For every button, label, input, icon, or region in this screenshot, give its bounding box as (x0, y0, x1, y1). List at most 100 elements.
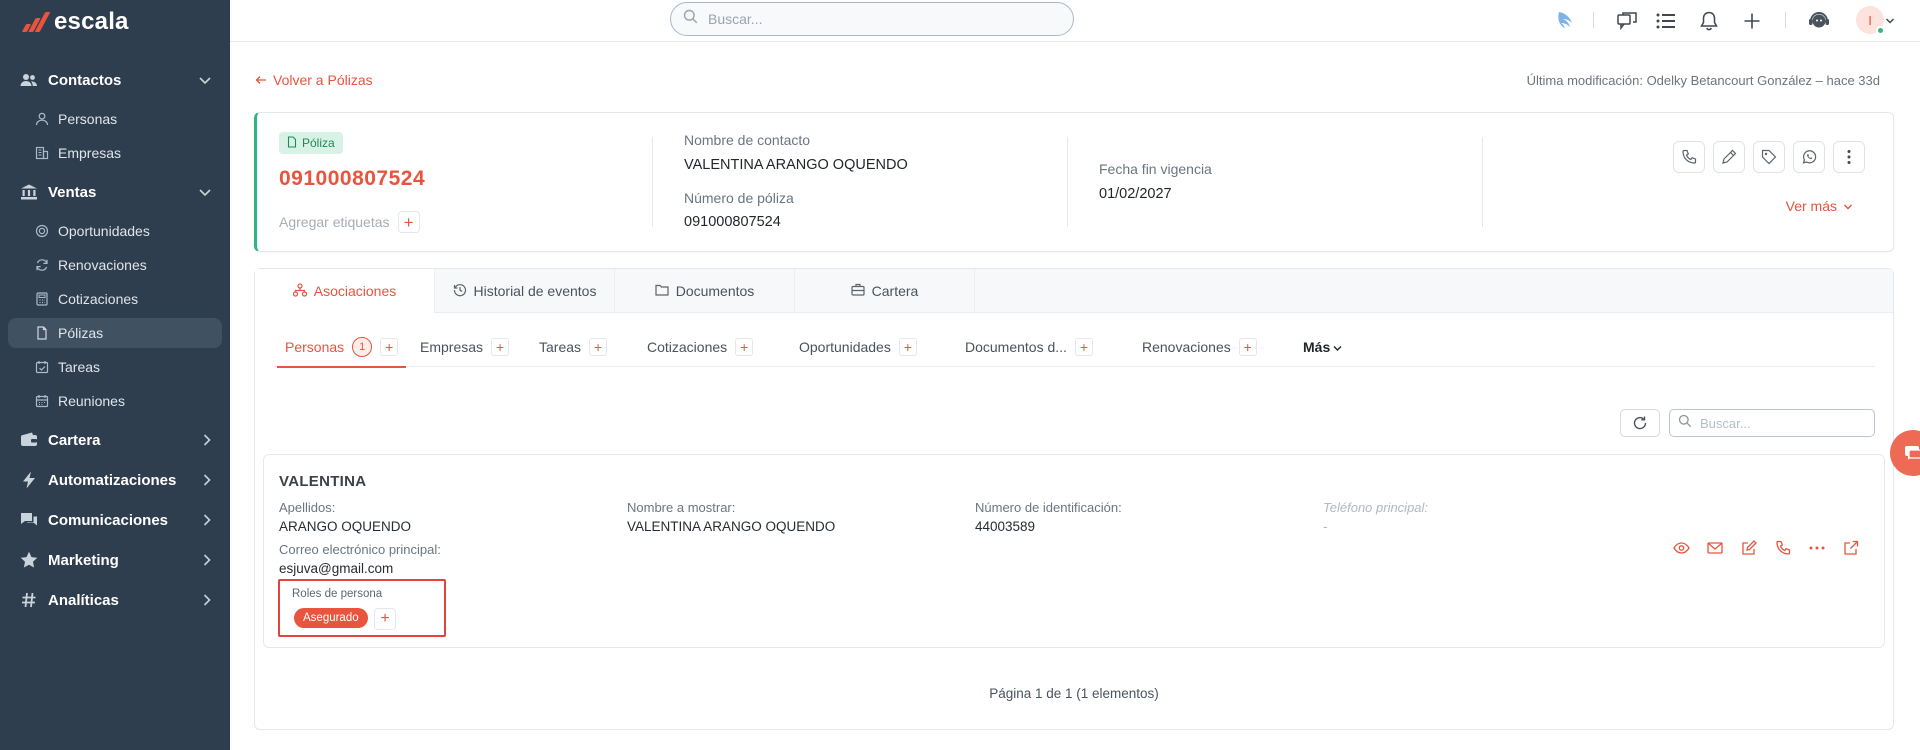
plus-icon[interactable] (1741, 10, 1763, 32)
conversations-icon[interactable] (1616, 10, 1638, 32)
sidebar-section-marketing[interactable]: Marketing (0, 542, 230, 578)
subtab-cotizaciones[interactable]: Cotizaciones + (647, 327, 754, 367)
user-avatar[interactable]: I (1856, 6, 1885, 35)
support-agent-icon[interactable] (1808, 10, 1830, 32)
tab-documentos[interactable]: Documentos (615, 269, 795, 313)
email-button[interactable] (1706, 539, 1724, 557)
add-persona-button[interactable]: + (380, 338, 399, 356)
refresh-icon (34, 257, 50, 273)
policy-type-label: Póliza (302, 136, 335, 150)
sidebar-section-automatizaciones[interactable]: Automatizaciones (0, 462, 230, 498)
edit-button[interactable] (1713, 141, 1745, 173)
sidebar-item-label: Cotizaciones (58, 291, 139, 307)
sidebar-item-oportunidades[interactable]: Oportunidades (8, 216, 222, 246)
chat-icon (20, 511, 38, 529)
mail-icon (1707, 542, 1723, 554)
phone-icon (1682, 149, 1697, 164)
tab-historial-de-eventos[interactable]: Historial de eventos (435, 269, 615, 313)
bolt-icon (20, 471, 38, 489)
add-renovacion-button[interactable]: + (1238, 338, 1257, 356)
add-documento-button[interactable]: + (1074, 338, 1093, 356)
sidebar-item-polizas[interactable]: Pólizas (8, 318, 222, 348)
more-options-button[interactable] (1833, 141, 1865, 173)
list-search-input[interactable] (1700, 415, 1870, 431)
person-row-actions (1672, 539, 1860, 557)
sidebar-item-tareas[interactable]: Tareas (8, 352, 222, 382)
brand-logo[interactable]: escala (21, 8, 129, 36)
sidebar-item-personas[interactable]: Personas (8, 104, 222, 134)
add-tag-button[interactable]: + (397, 211, 420, 233)
add-tarea-button[interactable]: + (589, 338, 608, 356)
add-role-button[interactable]: + (374, 608, 396, 630)
role-badge[interactable]: Asegurado (294, 608, 368, 628)
chevron-down-icon[interactable] (1884, 10, 1896, 32)
end-date-label: Fecha fin vigencia (1099, 161, 1212, 177)
global-search-input[interactable] (708, 11, 1038, 27)
chat-bubble-icon (1905, 446, 1920, 460)
subtab-label: Documentos d... (965, 339, 1067, 355)
association-sub-tabs: Personas 1 + Empresas + Tareas + Cotizac… (275, 327, 1875, 368)
subtab-mas[interactable]: Más (1303, 327, 1342, 367)
sidebar-item-renovaciones[interactable]: Renovaciones (8, 250, 222, 280)
sidebar-section-label: Marketing (48, 551, 119, 569)
ellipsis-icon (1809, 546, 1825, 550)
call-person-button[interactable] (1774, 539, 1792, 557)
view-button[interactable] (1672, 539, 1690, 557)
refresh-icon (1633, 416, 1647, 430)
subtab-label: Cotizaciones (647, 339, 728, 355)
ver-mas-link[interactable]: Ver más (1786, 198, 1853, 214)
apellidos-value: ARANGO OQUENDO (279, 519, 412, 534)
folder-icon (655, 283, 669, 299)
subtab-personas[interactable]: Personas 1 + (276, 327, 407, 368)
subtab-tareas[interactable]: Tareas + (539, 327, 608, 367)
search-icon (683, 9, 698, 29)
calendar-icon (34, 393, 50, 409)
list-icon[interactable] (1655, 10, 1677, 32)
subtab-label: Personas (285, 339, 345, 355)
sidebar-item-reuniones[interactable]: Reuniones (8, 386, 222, 416)
tab-cartera[interactable]: Cartera (795, 269, 975, 313)
wallet-icon (20, 431, 38, 449)
sidebar-item-cotizaciones[interactable]: Cotizaciones (8, 284, 222, 314)
last-modified-text: Última modificación: Odelky Betancourt G… (1526, 73, 1880, 88)
tag-button[interactable] (1753, 141, 1785, 173)
add-tags-label: Agregar etiquetas (279, 214, 390, 230)
sidebar-section-cartera[interactable]: Cartera (0, 422, 230, 458)
list-search[interactable] (1669, 409, 1875, 437)
sidebar-section-analiticas[interactable]: Analíticas (0, 582, 230, 618)
tab-label: Asociaciones (313, 283, 397, 299)
global-search[interactable] (670, 2, 1074, 36)
subtab-oportunidades[interactable]: Oportunidades + (799, 327, 917, 367)
subtab-empresas[interactable]: Empresas + (420, 327, 510, 367)
arrow-left-icon (255, 72, 267, 88)
person-first-name: VALENTINA (279, 473, 367, 490)
users-icon (20, 71, 38, 89)
sidebar-item-label: Tareas (58, 359, 101, 375)
bell-icon[interactable] (1698, 10, 1720, 32)
back-to-polizas-link[interactable]: Volver a Pólizas (255, 72, 373, 88)
refresh-button[interactable] (1620, 409, 1660, 437)
sidebar-section-comunicaciones[interactable]: Comunicaciones (0, 502, 230, 538)
edit-person-button[interactable] (1740, 539, 1758, 557)
call-button[interactable] (1673, 141, 1705, 173)
brand-wing-icon[interactable] (1555, 10, 1577, 32)
whatsapp-button[interactable] (1793, 141, 1825, 173)
add-cotizacion-button[interactable]: + (735, 338, 754, 356)
history-icon (453, 283, 467, 300)
subtab-renovaciones[interactable]: Renovaciones + (1142, 327, 1257, 367)
sidebar-item-empresas[interactable]: Empresas (8, 138, 222, 168)
subtab-label: Más (1303, 339, 1331, 355)
sidebar-section-contactos[interactable]: Contactos (0, 62, 230, 98)
tab-asociaciones[interactable]: Asociaciones (255, 269, 435, 313)
subtab-documentos[interactable]: Documentos d... + (965, 327, 1093, 367)
policy-number-label: Número de póliza (684, 190, 794, 206)
chevron-right-icon (202, 473, 212, 492)
contact-name-label: Nombre de contacto (684, 132, 811, 148)
chevron-right-icon (202, 593, 212, 612)
sidebar-section-ventas[interactable]: Ventas (0, 174, 230, 210)
add-oportunidad-button[interactable]: + (898, 338, 917, 356)
chevron-down-icon (198, 185, 212, 203)
open-external-button[interactable] (1842, 539, 1860, 557)
add-empresa-button[interactable]: + (491, 338, 510, 356)
more-person-options-button[interactable] (1808, 539, 1826, 557)
